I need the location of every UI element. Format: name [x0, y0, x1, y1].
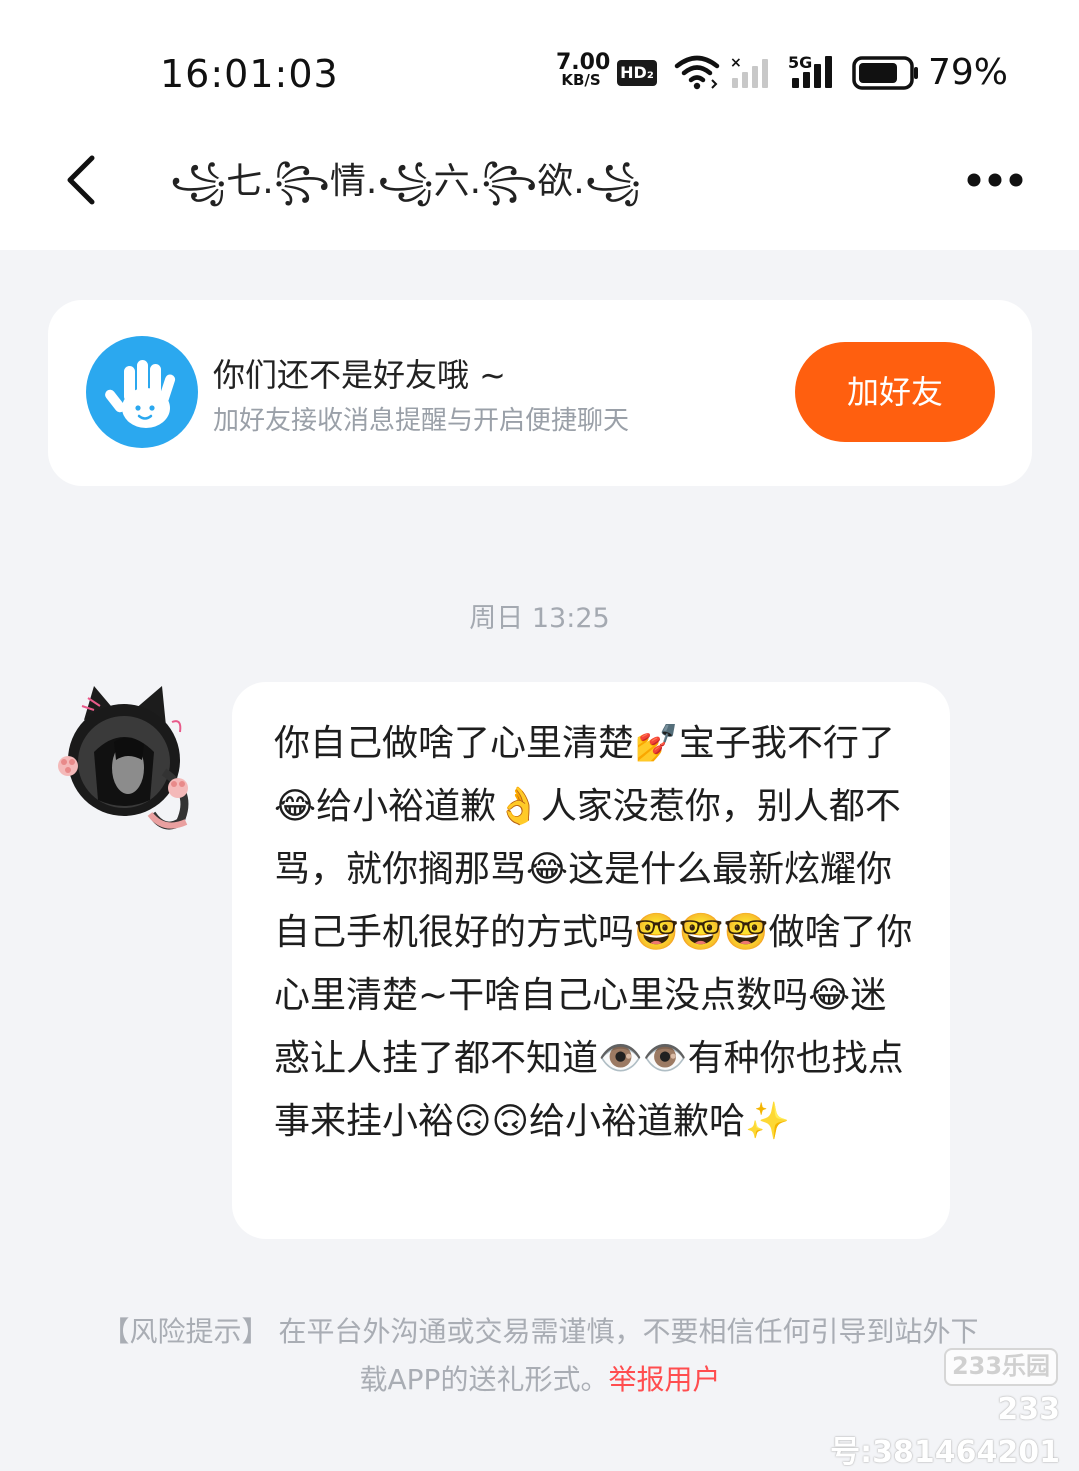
network-type-label: 5G	[788, 53, 812, 72]
report-user-link[interactable]: 举报用户	[608, 1363, 720, 1396]
more-dots-icon	[967, 173, 1023, 187]
network-speed-unit: KB/S	[561, 71, 601, 89]
chat-header: ꧁七.꧂情.꧁六.꧂欲.꧁	[0, 130, 1079, 250]
add-friend-card: 你们还不是好友哦 ~ 加好友接收消息提醒与开启便捷聊天 加好友	[48, 300, 1032, 486]
status-time: 16:01:03	[160, 52, 339, 96]
message-bubble[interactable]: 你自己做啥了心里清楚💅宝子我不行了😂给小裕道歉👌人家没惹你，别人都不骂，就你搁那…	[232, 682, 950, 1239]
sender-avatar[interactable]	[54, 682, 194, 832]
wifi-icon	[674, 55, 720, 90]
battery-icon	[852, 56, 918, 90]
not-friends-subtitle: 加好友接收消息提醒与开启便捷聊天	[213, 406, 630, 436]
battery-percentage: 79%	[928, 52, 1009, 93]
not-friends-title: 你们还不是好友哦 ~	[213, 356, 506, 394]
back-button[interactable]	[56, 152, 112, 208]
network-speed: 7.00 KB/S	[556, 52, 610, 89]
chat-title: ꧁七.꧂情.꧁六.꧂欲.꧁	[170, 161, 641, 202]
hd-voice-icon: HD₂	[617, 60, 657, 86]
risk-notice: 【风险提示】 在平台外沟通或交易需谨慎，不要相信任何引导到站外下载APP的送礼形…	[100, 1308, 980, 1404]
chevron-left-icon	[67, 155, 95, 205]
watermark-id: 233号:381464201	[830, 1392, 1060, 1470]
cellular-signal-empty-icon: ×	[730, 55, 768, 88]
cat-girl-avatar-image	[58, 686, 189, 830]
cellular-signal-5g-icon: 5G	[788, 53, 832, 88]
add-friend-button[interactable]: 加好友	[795, 342, 995, 442]
svg-text:×: ×	[730, 55, 742, 71]
message-timestamp: 周日 13:25	[469, 603, 610, 634]
wave-hand-icon	[86, 336, 198, 448]
status-bar: 16:01:03 7.00 KB/S HD₂ × 5G 79%	[0, 0, 1079, 130]
watermark-logo: 233乐园	[944, 1348, 1058, 1386]
message-text: 你自己做啥了心里清楚💅宝子我不行了😂给小裕道歉👌人家没惹你，别人都不骂，就你搁那…	[274, 723, 913, 1142]
risk-label: 【风险提示】	[101, 1315, 270, 1348]
more-options-button[interactable]	[960, 160, 1030, 200]
